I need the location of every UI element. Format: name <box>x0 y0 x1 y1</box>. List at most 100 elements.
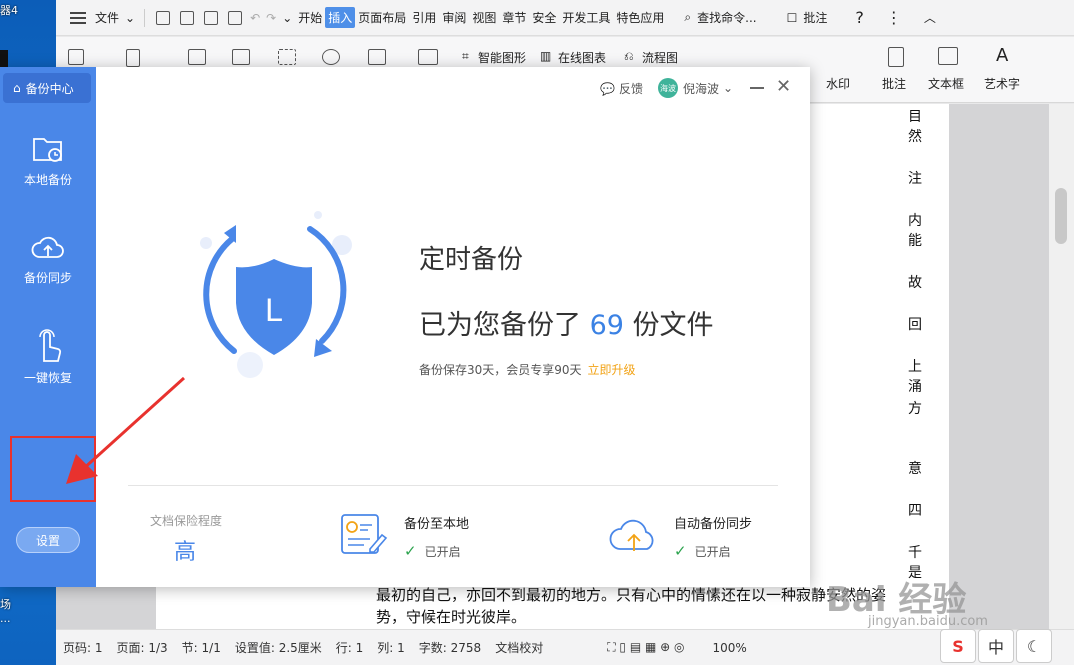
zoom-level[interactable]: 100% <box>706 641 754 655</box>
online-chart-icon[interactable]: ▥ <box>540 49 551 63</box>
redo-icon[interactable]: ↷ <box>263 11 279 25</box>
tab-security[interactable]: 安全 <box>529 9 559 26</box>
tab-review[interactable]: 审阅 <box>439 9 469 26</box>
textbox-icon[interactable] <box>938 47 958 65</box>
print-preview-icon[interactable] <box>228 10 243 25</box>
status-row[interactable]: 行: 1 <box>329 639 371 656</box>
view-mode-icons[interactable]: ⛶ ▯ ▤ ▦ ⊕ ◎ <box>600 640 691 655</box>
feedback-link[interactable]: 💬 反馈 <box>600 80 643 97</box>
format-painter-icon[interactable] <box>180 10 195 25</box>
divider <box>128 485 778 486</box>
settings-button[interactable]: 设置 <box>16 527 80 553</box>
print-icon[interactable] <box>204 10 219 25</box>
sogou-input-icon[interactable]: S <box>940 629 976 663</box>
page-text-fragment: 方 <box>908 401 922 417</box>
help-icon[interactable]: ? <box>852 8 867 27</box>
feedback-label: 反馈 <box>618 82 643 96</box>
online-chart-button[interactable]: 在线图表 <box>558 49 606 66</box>
retention-text: 备份保存30天，会员专享90天 <box>419 363 582 377</box>
textbox-button[interactable]: 文本框 <box>928 75 964 92</box>
retention-note: 备份保存30天，会员专享90天 立即升级 <box>419 361 636 378</box>
page-text-fragment: 故 <box>908 275 922 291</box>
screenshot-icon[interactable] <box>278 49 296 65</box>
tab-view[interactable]: 视图 <box>469 9 499 26</box>
vertical-scrollbar[interactable] <box>1049 104 1074 629</box>
sidebar-item-label: 本地备份 <box>23 173 72 187</box>
tab-chapter[interactable]: 章节 <box>499 9 529 26</box>
tab-page-layout[interactable]: 页面布局 <box>355 9 409 26</box>
status-page[interactable]: 页面: 1/3 <box>110 639 175 656</box>
sidebar-item-backup-center[interactable]: ⌂ 备份中心 <box>3 73 91 103</box>
picture-icon[interactable] <box>232 49 250 65</box>
feature-local-backup: 备份至本地 ✓ 已开启 <box>404 513 469 560</box>
sidebar-item-local-backup[interactable]: 本地备份 <box>0 133 96 188</box>
page-text-fragment: 上 <box>908 359 922 375</box>
proofread-button[interactable]: 文档校对 <box>488 639 550 656</box>
tab-insert[interactable]: 插入 <box>325 7 356 28</box>
collapse-ribbon-icon[interactable]: ︿ <box>921 9 939 26</box>
user-account-menu[interactable]: 海波 倪海波 ⌄ <box>658 78 733 98</box>
status-word-count[interactable]: 字数: 2758 <box>412 639 488 656</box>
chevron-down-icon[interactable]: ⌄ <box>279 11 295 25</box>
smart-shape-icon[interactable]: ⌗ <box>462 49 469 64</box>
page-text-fragment: 内 <box>908 213 922 229</box>
cloud-upload-icon <box>609 519 654 551</box>
chevron-down-icon[interactable]: ⌄ <box>122 11 138 25</box>
watermark-button[interactable]: 水印 <box>826 75 850 92</box>
annotate-icon[interactable]: ☐ <box>784 11 801 25</box>
page-icon[interactable] <box>126 49 140 67</box>
divider <box>144 8 146 27</box>
status-setting[interactable]: 设置值: 2.5厘米 <box>228 639 329 656</box>
upgrade-link[interactable]: 立即升级 <box>588 363 636 377</box>
desktop-icon[interactable] <box>0 50 8 68</box>
moon-icon[interactable]: ☾ <box>1016 629 1052 663</box>
annotate-button[interactable]: 批注 <box>882 75 906 92</box>
document-paragraph-line: 势，守候在时光彼岸。 <box>376 608 527 626</box>
sidebar-item-backup-sync[interactable]: 备份同步 <box>0 231 96 286</box>
scrollbar-thumb[interactable] <box>1055 188 1067 244</box>
flowchart-button[interactable]: 流程图 <box>642 49 678 66</box>
desktop-icon-label[interactable]: 场 <box>0 596 11 612</box>
shape-icon[interactable] <box>322 49 340 65</box>
wordart-button[interactable]: 艺术字 <box>984 75 1020 92</box>
page-text-fragment: 千 <box>908 545 922 561</box>
menu-icon[interactable] <box>70 11 86 24</box>
save-icon[interactable] <box>156 10 171 25</box>
menu-bar: 文件 ⌄ ↶ ↷ ⌄ 开始 插入 页面布局 引用 审阅 视图 章节 安全 开发工… <box>56 0 1074 36</box>
status-page-number[interactable]: 页码: 1 <box>56 639 110 656</box>
tab-special[interactable]: 特色应用 <box>613 9 667 26</box>
command-search[interactable]: 查找命令... <box>694 9 759 26</box>
document-paragraph-line: 最初的自己，亦回不到最初的地方。只有心中的情愫还在以一种寂静安然的姿 <box>376 586 887 604</box>
sidebar-title: 备份中心 <box>25 81 74 96</box>
page-text-fragment: 四 <box>908 503 922 519</box>
desktop-icon-label[interactable]: 器4 <box>0 2 18 18</box>
wordart-icon[interactable]: A <box>996 45 1008 66</box>
table-icon[interactable] <box>188 49 206 65</box>
undo-icon[interactable]: ↶ <box>247 11 263 25</box>
close-button[interactable]: ✕ <box>776 78 791 96</box>
more-icon[interactable]: ⋮ <box>883 8 905 27</box>
chevron-down-icon: ⌄ <box>723 81 734 95</box>
input-method-indicator[interactable]: 中 <box>978 629 1014 663</box>
status-column[interactable]: 列: 1 <box>370 639 412 656</box>
icon-library-icon[interactable] <box>368 49 386 65</box>
smart-shape-button[interactable]: 智能图形 <box>478 49 526 66</box>
search-icon[interactable]: ⌕ <box>681 10 694 25</box>
tab-start[interactable]: 开始 <box>295 9 325 26</box>
file-menu[interactable]: 文件 <box>92 9 122 26</box>
feature-status-text: 已开启 <box>424 544 461 559</box>
minimize-button[interactable] <box>750 87 764 89</box>
home-icon: ⌂ <box>13 81 21 95</box>
feature-status: ✓ 已开启 <box>674 542 752 560</box>
tab-developer[interactable]: 开发工具 <box>559 9 613 26</box>
status-section[interactable]: 节: 1/1 <box>175 639 228 656</box>
check-icon: ✓ <box>404 542 417 560</box>
flowchart-icon[interactable]: ⎌ <box>624 49 634 64</box>
blank-page-icon[interactable] <box>68 49 84 65</box>
page-text-fragment: 目 <box>908 109 922 125</box>
chat-icon: 💬 <box>600 81 615 96</box>
function-icon[interactable] <box>418 49 438 65</box>
annotate-icon[interactable] <box>888 47 904 67</box>
tab-references[interactable]: 引用 <box>409 9 439 26</box>
annotate-menu[interactable]: 批注 <box>800 9 830 26</box>
